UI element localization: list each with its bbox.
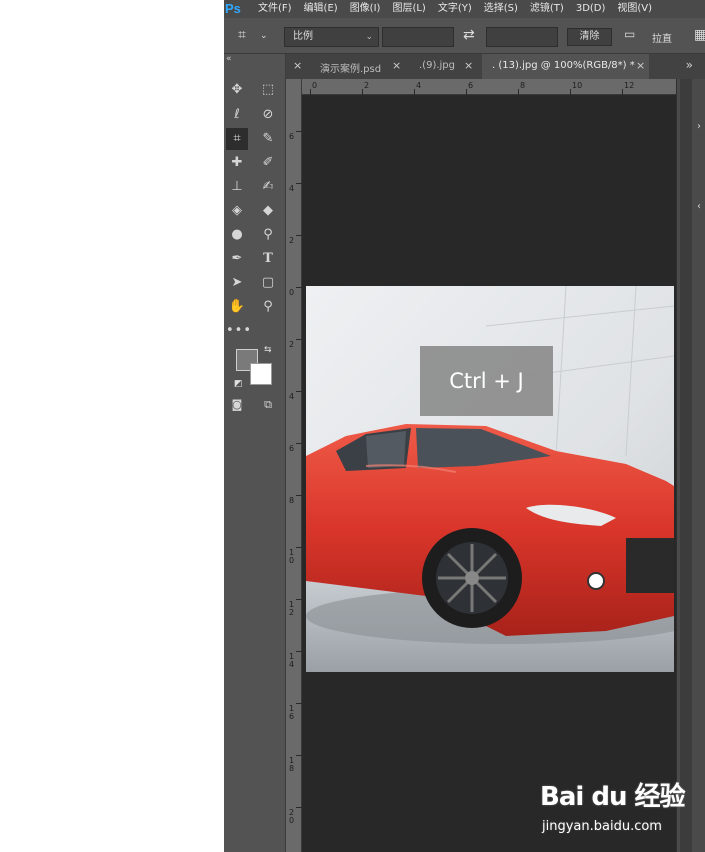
- right-panel-strip: › ‹: [676, 79, 705, 852]
- shortcut-overlay: Ctrl + J: [420, 346, 553, 416]
- brush-tool-icon[interactable]: ✐: [257, 152, 279, 174]
- crop-preset-icon[interactable]: ⌗: [238, 27, 246, 43]
- menu-bar: Ps 文件(F) 编辑(E) 图像(I) 图层(L) 文字(Y) 选择(S) 滤…: [224, 0, 705, 18]
- ps-logo: Ps: [225, 1, 241, 16]
- hand-tool-icon[interactable]: ✋: [226, 296, 248, 318]
- ruler-label: 10: [289, 548, 295, 565]
- clone-stamp-tool-icon[interactable]: ⊥: [226, 176, 248, 198]
- tab-jpg-13-active[interactable]: . (13).jpg @ 100%(RGB/8*) *: [492, 60, 635, 71]
- paint-bucket-tool-icon[interactable]: ◆: [257, 200, 279, 222]
- chevron-right-icon[interactable]: ›: [697, 121, 701, 132]
- more-tabs-icon[interactable]: »: [686, 58, 693, 72]
- menu-image[interactable]: 图像(I): [344, 0, 387, 18]
- document-tab-bar: × 演示案例.psd × .(9).jpg × . (13).jpg @ 100…: [286, 54, 705, 79]
- tab-jpg-9[interactable]: .(9).jpg: [419, 60, 455, 71]
- height-field[interactable]: [486, 27, 558, 47]
- ruler-label: 0: [289, 288, 295, 297]
- ratio-select[interactable]: 比例 ⌄: [284, 27, 379, 47]
- quick-select-tool-icon[interactable]: ⊘: [257, 104, 279, 126]
- screen-mode-icon[interactable]: ⧉: [257, 394, 279, 416]
- pen-tool-icon[interactable]: ✒: [226, 248, 248, 270]
- ruler-label: 2: [289, 340, 295, 349]
- default-colors-icon[interactable]: ◩: [234, 379, 243, 389]
- car-photo-image: [306, 286, 674, 672]
- ruler-label: 6: [289, 132, 295, 141]
- ratio-select-value: 比例: [293, 31, 313, 42]
- swap-icon[interactable]: ⇄: [463, 27, 475, 43]
- collapse-panel-icon[interactable]: «: [226, 54, 232, 64]
- more-tools-icon[interactable]: •••: [226, 320, 251, 342]
- ruler-label: 0: [312, 81, 318, 90]
- background-color-swatch[interactable]: [250, 363, 272, 385]
- document-canvas[interactable]: Ctrl + J: [302, 95, 676, 852]
- ruler-label: 4: [416, 81, 422, 90]
- ruler-label: 12: [624, 81, 635, 90]
- clear-button[interactable]: 清除: [567, 28, 612, 46]
- menu-select[interactable]: 选择(S): [478, 0, 524, 18]
- path-selection-tool-icon[interactable]: ➤: [226, 272, 248, 294]
- ruler-label: 2: [364, 81, 370, 90]
- chevron-down-icon[interactable]: ⌄: [260, 31, 268, 41]
- car-photo: Ctrl + J: [306, 286, 674, 672]
- zoom-tool-icon[interactable]: ⚲: [257, 296, 279, 318]
- straighten-label[interactable]: 拉直: [652, 30, 672, 45]
- horizontal-ruler: 0 2 4 6 8 10 12: [286, 79, 676, 95]
- photoshop-window: Ps 文件(F) 编辑(E) 图像(I) 图层(L) 文字(Y) 选择(S) 滤…: [224, 0, 705, 852]
- close-icon[interactable]: ×: [464, 59, 473, 72]
- ruler-label: 8: [289, 496, 295, 505]
- chevron-down-icon: ⌄: [365, 32, 373, 42]
- quick-mask-icon[interactable]: ◙: [226, 394, 248, 416]
- vertical-scrollbar[interactable]: [680, 79, 692, 852]
- menu-file[interactable]: 文件(F): [252, 0, 298, 18]
- ruler-label: 10: [572, 81, 583, 90]
- menu-type[interactable]: 文字(Y): [432, 0, 478, 18]
- tools-panel: « ✥ ⬚ ℓ ⊘ ⌗ ✎ ✚ ✐ ⊥ ✍ ◈ ◆ ● ⚲ ✒ T ➤ ▢ ✋ …: [224, 54, 286, 852]
- baidu-jingyan-logo: Bai du 经验: [540, 782, 685, 812]
- ruler-label: 6: [289, 444, 295, 453]
- baidu-watermark: Bai du 经验 jingyan.baidu.com: [540, 776, 690, 836]
- grid-overlay-icon[interactable]: ▦: [694, 27, 705, 43]
- swap-colors-icon[interactable]: ⇆: [264, 345, 272, 355]
- width-field[interactable]: [382, 27, 454, 47]
- close-icon[interactable]: ×: [293, 59, 302, 72]
- close-icon[interactable]: ×: [636, 59, 645, 72]
- menu-layer[interactable]: 图层(L): [386, 0, 431, 18]
- ruler-label: 4: [289, 184, 295, 193]
- blur-tool-icon[interactable]: ●: [226, 224, 248, 246]
- ruler-label: 20: [289, 808, 295, 825]
- menu-3d[interactable]: 3D(D): [570, 0, 612, 18]
- menu-view[interactable]: 视图(V): [611, 0, 658, 18]
- type-tool-icon[interactable]: T: [257, 248, 279, 270]
- ruler-label: 4: [289, 392, 295, 401]
- move-tool-icon[interactable]: ✥: [226, 79, 248, 101]
- close-icon[interactable]: ×: [392, 59, 401, 72]
- dodge-tool-icon[interactable]: ⚲: [257, 224, 279, 246]
- straighten-icon[interactable]: ▭: [624, 27, 635, 41]
- history-brush-tool-icon[interactable]: ✍: [257, 176, 279, 198]
- menu-filter[interactable]: 滤镜(T): [524, 0, 570, 18]
- rectangle-tool-icon[interactable]: ▢: [257, 272, 279, 294]
- ruler-label: 8: [520, 81, 526, 90]
- crop-tool-icon[interactable]: ⌗: [226, 128, 248, 150]
- watermark-url: jingyan.baidu.com: [542, 819, 662, 834]
- menu-edit[interactable]: 编辑(E): [298, 0, 344, 18]
- ruler-label: 12: [289, 600, 295, 617]
- eyedropper-tool-icon[interactable]: ✎: [257, 128, 279, 150]
- options-bar: ⌗ ⌄ 比例 ⌄ ⇄ 清除 ▭ 拉直 ▦: [224, 18, 705, 54]
- vertical-ruler: 6 4 2 0 2 4 6 8 10 12 14 16 18 20: [286, 79, 302, 852]
- marquee-tool-icon[interactable]: ⬚: [257, 79, 279, 101]
- chevron-left-icon[interactable]: ‹: [697, 201, 701, 212]
- ruler-label: 18: [289, 756, 295, 773]
- healing-brush-tool-icon[interactable]: ✚: [226, 152, 248, 174]
- ruler-label: 2: [289, 236, 295, 245]
- ruler-label: 14: [289, 652, 295, 669]
- ruler-label: 16: [289, 704, 295, 721]
- eraser-tool-icon[interactable]: ◈: [226, 200, 248, 222]
- ruler-label: 6: [468, 81, 474, 90]
- tab-psd[interactable]: 演示案例.psd: [320, 60, 381, 75]
- lasso-tool-icon[interactable]: ℓ: [226, 104, 248, 126]
